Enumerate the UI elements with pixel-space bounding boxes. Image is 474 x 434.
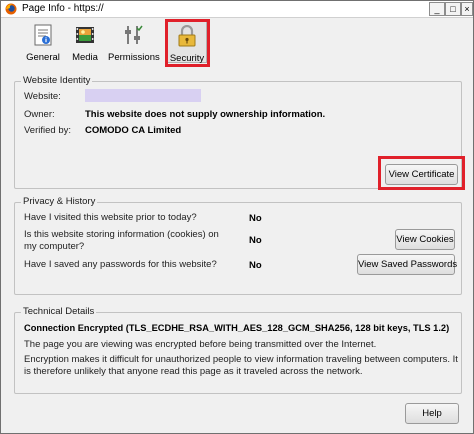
media-film-icon — [76, 27, 94, 43]
tab-media-label: Media — [72, 52, 98, 63]
help-button[interactable]: Help — [405, 403, 459, 424]
firefox-icon — [5, 3, 17, 15]
view-certificate-button[interactable]: View Certificate — [385, 164, 458, 185]
tab-permissions-label: Permissions — [108, 52, 160, 63]
encryption-explanation-text: Encryption makes it difficult for unauth… — [24, 354, 458, 377]
view-saved-passwords-button[interactable]: View Saved Passwords — [357, 254, 457, 275]
close-button[interactable]: × — [461, 2, 473, 16]
verified-by-value: COMODO CA Limited — [85, 125, 182, 136]
owner-value: This website does not supply ownership i… — [85, 109, 326, 120]
privacy-history-legend: Privacy & History — [21, 196, 98, 207]
page-info-window: Page Info - https:// _ □ × General Media… — [0, 0, 474, 434]
cookies-question: Is this website storing information (coo… — [24, 229, 219, 252]
website-value — [85, 89, 201, 102]
saved-passwords-answer: No — [249, 260, 262, 271]
connection-encrypted-text: Connection Encrypted (TLS_ECDHE_RSA_WITH… — [24, 323, 450, 333]
tab-general[interactable]: General — [22, 21, 64, 63]
tab-general-label: General — [26, 52, 60, 63]
owner-label: Owner: — [24, 109, 55, 120]
verified-by-label: Verified by: — [24, 125, 71, 136]
window-title: Page Info - https:// — [22, 3, 104, 14]
saved-passwords-question: Have I saved any passwords for this webs… — [24, 259, 217, 270]
security-tab-highlight-box — [165, 19, 210, 67]
website-identity-legend: Website Identity — [21, 75, 93, 86]
visited-before-question: Have I visited this website prior to tod… — [24, 212, 197, 223]
website-label: Website: — [24, 91, 61, 102]
title-bar[interactable]: Page Info - https:// _ □ × — [1, 1, 473, 18]
maximize-button[interactable]: □ — [445, 2, 461, 16]
technical-details-legend: Technical Details — [21, 306, 97, 317]
info-page-icon — [34, 24, 52, 46]
tab-permissions[interactable]: Permissions — [108, 21, 160, 63]
cookies-answer: No — [249, 235, 262, 246]
visited-before-answer: No — [249, 213, 262, 224]
permissions-sliders-icon — [125, 25, 143, 44]
encrypted-transmission-text: The page you are viewing was encrypted b… — [24, 339, 377, 350]
view-cookies-button[interactable]: View Cookies — [395, 229, 455, 250]
minimize-button[interactable]: _ — [429, 2, 445, 16]
tab-media[interactable]: Media — [68, 21, 102, 63]
toolbar: General Media Permissions Security — [1, 18, 473, 67]
